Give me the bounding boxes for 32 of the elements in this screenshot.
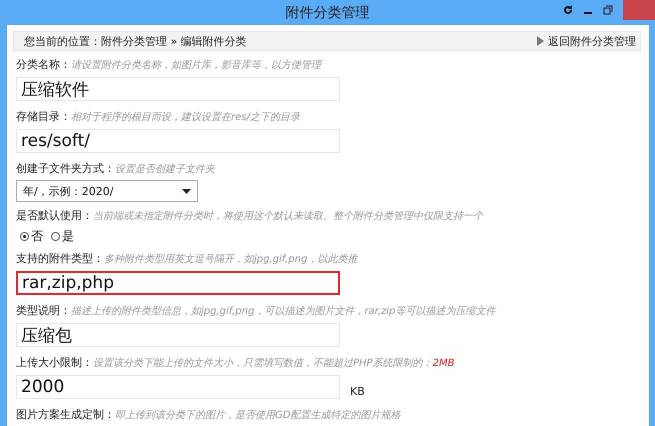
field-hint: 描述上传的附件类型信息，如jpg,gif,png，可以描述为图片文件，rar,zip等可以描述为压缩文件: [71, 304, 496, 318]
field-label: 创建子文件夹方式：: [16, 161, 115, 176]
field-hint: 即上传到该分类下的图片，是否使用GD配置生成特定的图片规格: [115, 408, 400, 422]
field-label: 分类名称：: [16, 57, 71, 72]
caret-icon: [182, 188, 191, 194]
radio-option[interactable]: 是: [51, 228, 74, 245]
unit-label: KB: [350, 385, 365, 398]
field-label: 是否默认使用：: [16, 208, 93, 223]
dropdown[interactable]: 年/，示例：2020/: [16, 180, 198, 202]
field-hint: 设置该分类下能上传的文件大小，只需填写数值，不能超过PHP系统限制的：2MB: [93, 356, 454, 370]
breadcrumb: 您当前的位置：附件分类管理 » 编辑附件分类: [24, 34, 247, 48]
field-hint: 设置是否创建子文件夹: [115, 162, 215, 176]
field-label: 图片方案生成定制：: [16, 407, 115, 422]
back-link[interactable]: 返回附件分类管理: [537, 34, 636, 48]
field-label: 存储目录：: [16, 109, 71, 124]
field-label: 支持的附件类型：: [16, 251, 104, 266]
input-field[interactable]: 压缩软件: [16, 77, 340, 101]
field-hint: 请设置附件分类名称，如图片库，影音库等，以方便管理: [71, 58, 321, 72]
field-hint: 相对于程序的根目而设，建议设置在res/之下的目录: [71, 110, 300, 124]
field-label: 上传大小限制：: [16, 355, 93, 370]
field-label: 类型说明：: [16, 303, 71, 318]
input-field[interactable]: 压缩包: [16, 323, 340, 347]
input-field[interactable]: res/soft/: [16, 129, 340, 153]
radio-option[interactable]: 否: [20, 228, 43, 245]
refresh-icon[interactable]: [563, 5, 573, 15]
window-title: 附件分类管理: [286, 4, 370, 22]
field-hint: 多种附件类型用英文逗号隔开，如jpg,gif,png，以此类推: [104, 252, 358, 266]
input-field[interactable]: rar,zip,php: [16, 271, 340, 295]
restore-icon[interactable]: [603, 5, 613, 15]
field-hint: 当前端或未指定附件分类时，将使用这个默认来读取。整个附件分类管理中仅限支持一个: [93, 210, 483, 223]
play-icon: [537, 36, 544, 46]
input-field[interactable]: 2000: [16, 375, 340, 399]
